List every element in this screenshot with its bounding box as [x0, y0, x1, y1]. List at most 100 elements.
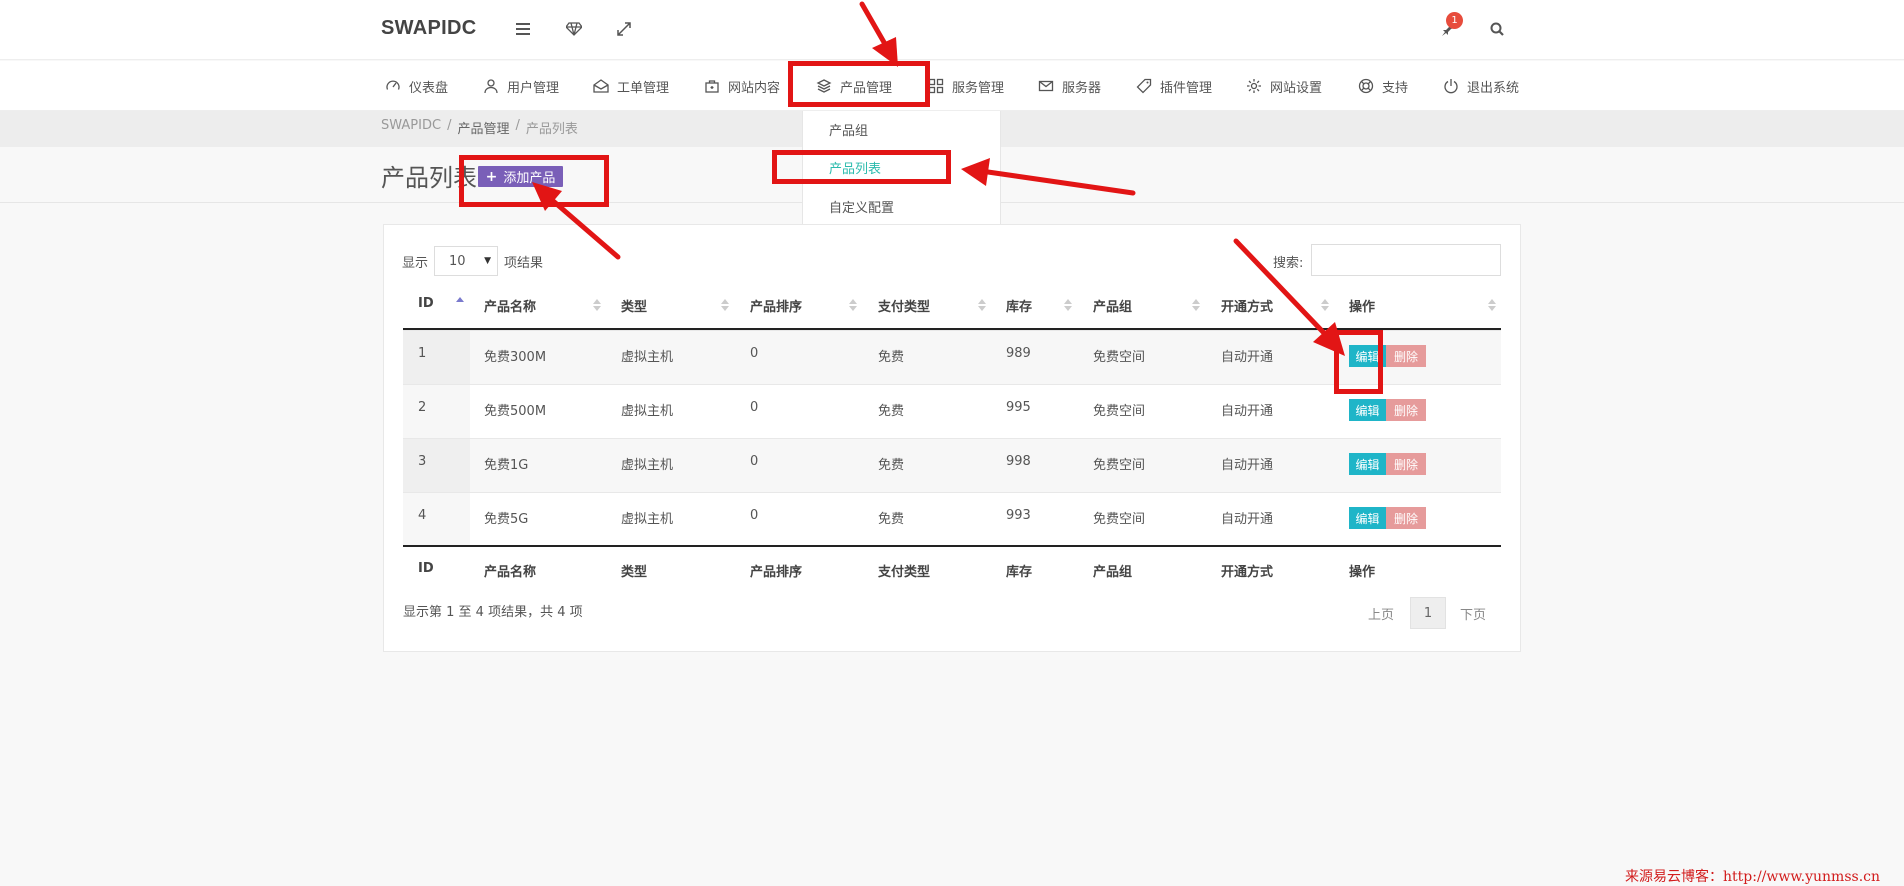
sort-icon[interactable]: [593, 299, 601, 311]
column-header-stock[interactable]: 库存: [1006, 296, 1032, 315]
show-label: 显示: [402, 255, 429, 271]
table-footer-rule: [403, 545, 1501, 547]
cell-payment: 免费: [878, 350, 905, 365]
sort-icon[interactable]: [1321, 299, 1329, 311]
footer-header-stock: 库存: [1006, 565, 1033, 580]
nav-item-services[interactable]: 服务管理: [928, 61, 1004, 111]
footer-header-id: ID: [418, 561, 434, 576]
edit-button[interactable]: 编辑: [1349, 399, 1386, 421]
nav-item-content[interactable]: 网站内容: [704, 61, 780, 111]
footer-header-activation: 开通方式: [1221, 565, 1274, 580]
cell-payment: 免费: [878, 458, 905, 473]
dropdown-item-product-groups[interactable]: 产品组: [829, 120, 868, 139]
footer-header-sort-order: 产品排序: [750, 565, 803, 580]
column-header-name[interactable]: 产品名称: [484, 296, 536, 315]
nav-item-logout[interactable]: 退出系统: [1443, 61, 1519, 111]
pagination-next[interactable]: 下页: [1452, 597, 1494, 629]
breadcrumb: SWAPIDC / 产品管理 / 产品列表: [381, 118, 578, 137]
cell-group: 免费空间: [1093, 458, 1146, 473]
diamond-icon[interactable]: [563, 18, 585, 40]
sort-icon[interactable]: [1192, 299, 1200, 311]
nav-label: 用户管理: [507, 80, 560, 96]
edit-button[interactable]: 编辑: [1349, 507, 1386, 529]
footer-header-actions: 操作: [1349, 565, 1376, 580]
cell-type: 虚拟主机: [621, 404, 674, 419]
menu-toggle-icon[interactable]: [512, 18, 534, 40]
nav-label: 工单管理: [617, 80, 670, 96]
brand-logo[interactable]: SWAPIDC: [381, 17, 476, 40]
page-size-control: 显示 10 ▼ 项结果: [402, 246, 543, 276]
cell-sort: 0: [750, 508, 759, 523]
nav-item-support[interactable]: 支持: [1358, 61, 1408, 111]
column-header-activation[interactable]: 开通方式: [1221, 296, 1273, 315]
search-input[interactable]: [1311, 244, 1501, 276]
results-label: 项结果: [504, 255, 544, 271]
pagination-page-1[interactable]: 1: [1410, 597, 1446, 629]
nav-label: 仪表盘: [409, 80, 449, 96]
column-header-payment[interactable]: 支付类型: [878, 296, 930, 315]
breadcrumb-home[interactable]: SWAPIDC: [381, 118, 441, 137]
cell-group: 免费空间: [1093, 512, 1146, 527]
breadcrumb-separator: /: [447, 118, 452, 133]
nav-label: 网站内容: [728, 80, 781, 96]
delete-button[interactable]: 删除: [1386, 399, 1426, 421]
delete-button[interactable]: 删除: [1386, 345, 1426, 367]
cell-sort: 0: [750, 454, 759, 469]
column-header-type[interactable]: 类型: [621, 296, 647, 315]
sort-icon[interactable]: [1488, 299, 1496, 311]
cell-type: 虚拟主机: [621, 512, 674, 527]
cell-sort: 0: [750, 400, 759, 415]
cell-type: 虚拟主机: [621, 458, 674, 473]
tag-icon: [1136, 78, 1152, 94]
sort-asc-icon[interactable]: [456, 297, 464, 309]
nav-item-users[interactable]: 用户管理: [483, 61, 559, 111]
power-icon: [1444, 79, 1458, 94]
cell-group: 免费空间: [1093, 404, 1146, 419]
caret-down-icon: ▼: [484, 256, 492, 266]
breadcrumb-current: 产品列表: [525, 122, 578, 137]
sort-icon[interactable]: [849, 299, 857, 311]
envelope-icon: [1038, 80, 1054, 92]
grid-icon: [928, 78, 944, 94]
column-header-id[interactable]: ID: [418, 296, 434, 311]
table-row: [403, 438, 1501, 492]
sort-icon[interactable]: [1064, 299, 1072, 311]
search-label: 搜索:: [1273, 256, 1304, 271]
column-header-group[interactable]: 产品组: [1093, 296, 1132, 315]
cell-name: 免费1G: [484, 458, 529, 473]
gear-icon: [1247, 79, 1261, 93]
sort-icon[interactable]: [721, 299, 729, 311]
cell-stock: 993: [1006, 508, 1031, 523]
footer-header-group: 产品组: [1093, 565, 1133, 580]
nav-label: 支持: [1382, 80, 1409, 96]
search-icon[interactable]: [1486, 18, 1508, 40]
user-icon: [484, 79, 498, 94]
nav-item-servers[interactable]: 服务器: [1038, 61, 1101, 111]
sort-icon[interactable]: [978, 299, 986, 311]
cell-payment: 免费: [878, 404, 905, 419]
breadcrumb-section[interactable]: 产品管理: [457, 118, 509, 137]
nav-item-tickets[interactable]: 工单管理: [593, 61, 669, 111]
cell-name: 免费500M: [484, 404, 547, 419]
top-header: [0, 0, 1904, 60]
annotation-box-edit: [1334, 330, 1383, 394]
column-header-sort-order[interactable]: 产品排序: [750, 296, 802, 315]
annotation-box-add-product: [459, 155, 609, 207]
nav-item-plugins[interactable]: 插件管理: [1136, 61, 1212, 111]
cell-activation: 自动开通: [1221, 512, 1274, 527]
edit-button[interactable]: 编辑: [1349, 453, 1386, 475]
fullscreen-icon[interactable]: [613, 18, 635, 40]
page-size-select[interactable]: 10 ▼: [434, 246, 499, 276]
delete-button[interactable]: 删除: [1386, 507, 1426, 529]
speedometer-icon: [386, 80, 400, 90]
pagination-prev[interactable]: 上页: [1360, 597, 1402, 629]
nav-item-settings[interactable]: 网站设置: [1246, 61, 1322, 111]
dropdown-item-custom-config[interactable]: 自定义配置: [829, 197, 894, 216]
cell-group: 免费空间: [1093, 350, 1146, 365]
nav-label: 服务管理: [952, 80, 1005, 96]
nav-item-dashboard[interactable]: 仪表盘: [385, 61, 448, 111]
envelope-open-icon: [593, 79, 609, 93]
nav-label: 插件管理: [1160, 80, 1213, 96]
delete-button[interactable]: 删除: [1386, 453, 1426, 475]
table-row: [403, 492, 1501, 546]
